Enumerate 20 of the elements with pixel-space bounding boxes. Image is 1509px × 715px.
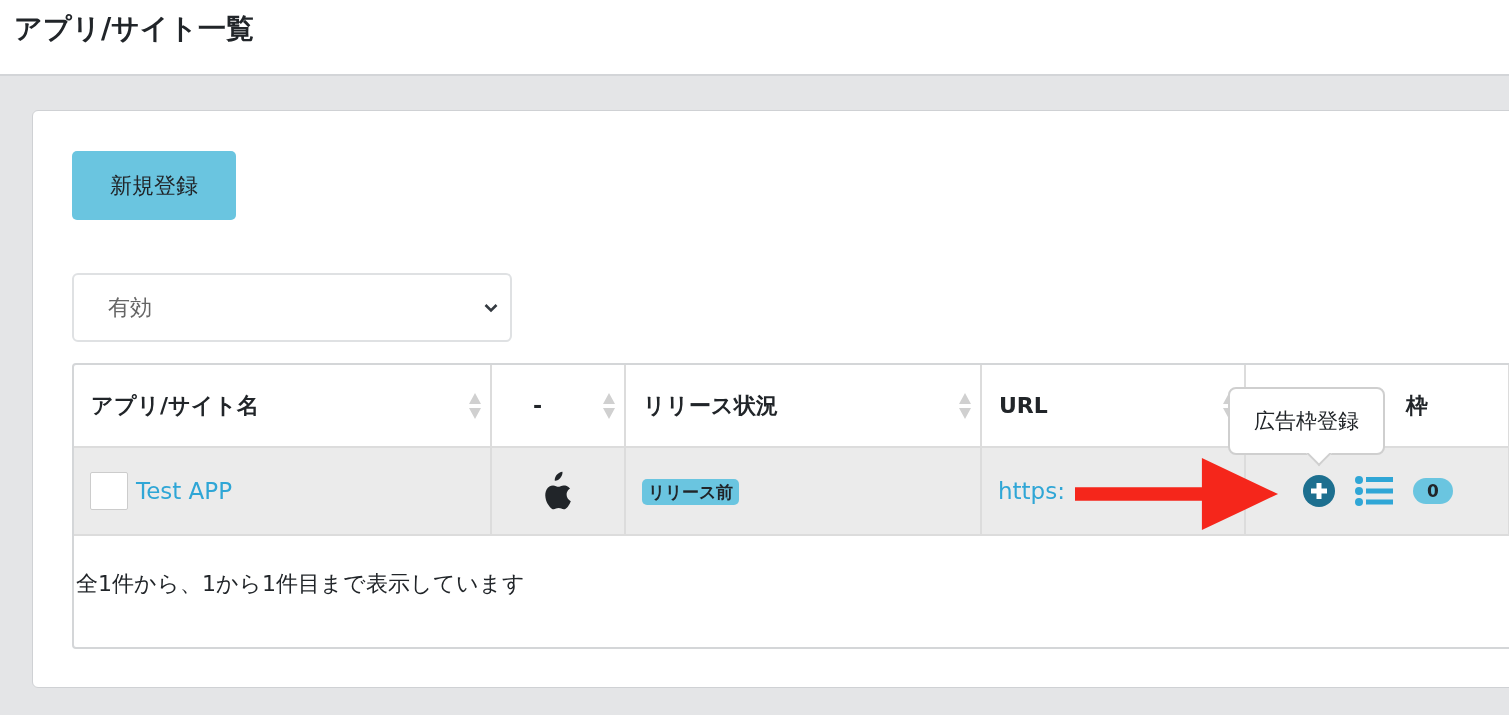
chevron-icon (484, 302, 498, 313)
sort-icon[interactable] (602, 391, 616, 420)
column-header[interactable]: リリース状況 (643, 390, 778, 421)
sort-icon[interactable] (958, 391, 972, 420)
add-icon[interactable] (1303, 475, 1335, 507)
column-header[interactable]: - (533, 393, 543, 418)
column-header[interactable]: 枠 (1406, 390, 1428, 421)
table-info: 全1件から、1から1件目まで表示しています (75, 570, 526, 598)
column-header[interactable]: アプリ/サイト名 (91, 390, 260, 421)
apple-icon (543, 471, 573, 511)
new-button[interactable]: 新規登録 (72, 151, 236, 220)
tooltip: 広告枠登録 (1228, 387, 1385, 468)
column-header[interactable]: URL (999, 393, 1048, 418)
status-badge: リリース前 (642, 479, 739, 505)
sort-icon[interactable] (468, 391, 482, 420)
list-icon[interactable] (1355, 476, 1393, 506)
count-badge: 0 (1413, 478, 1453, 504)
thumbnail-placeholder (90, 472, 128, 510)
filter-select[interactable]: 有効 (72, 273, 512, 342)
page-title: アプリ/サイト一覧 (14, 11, 255, 47)
